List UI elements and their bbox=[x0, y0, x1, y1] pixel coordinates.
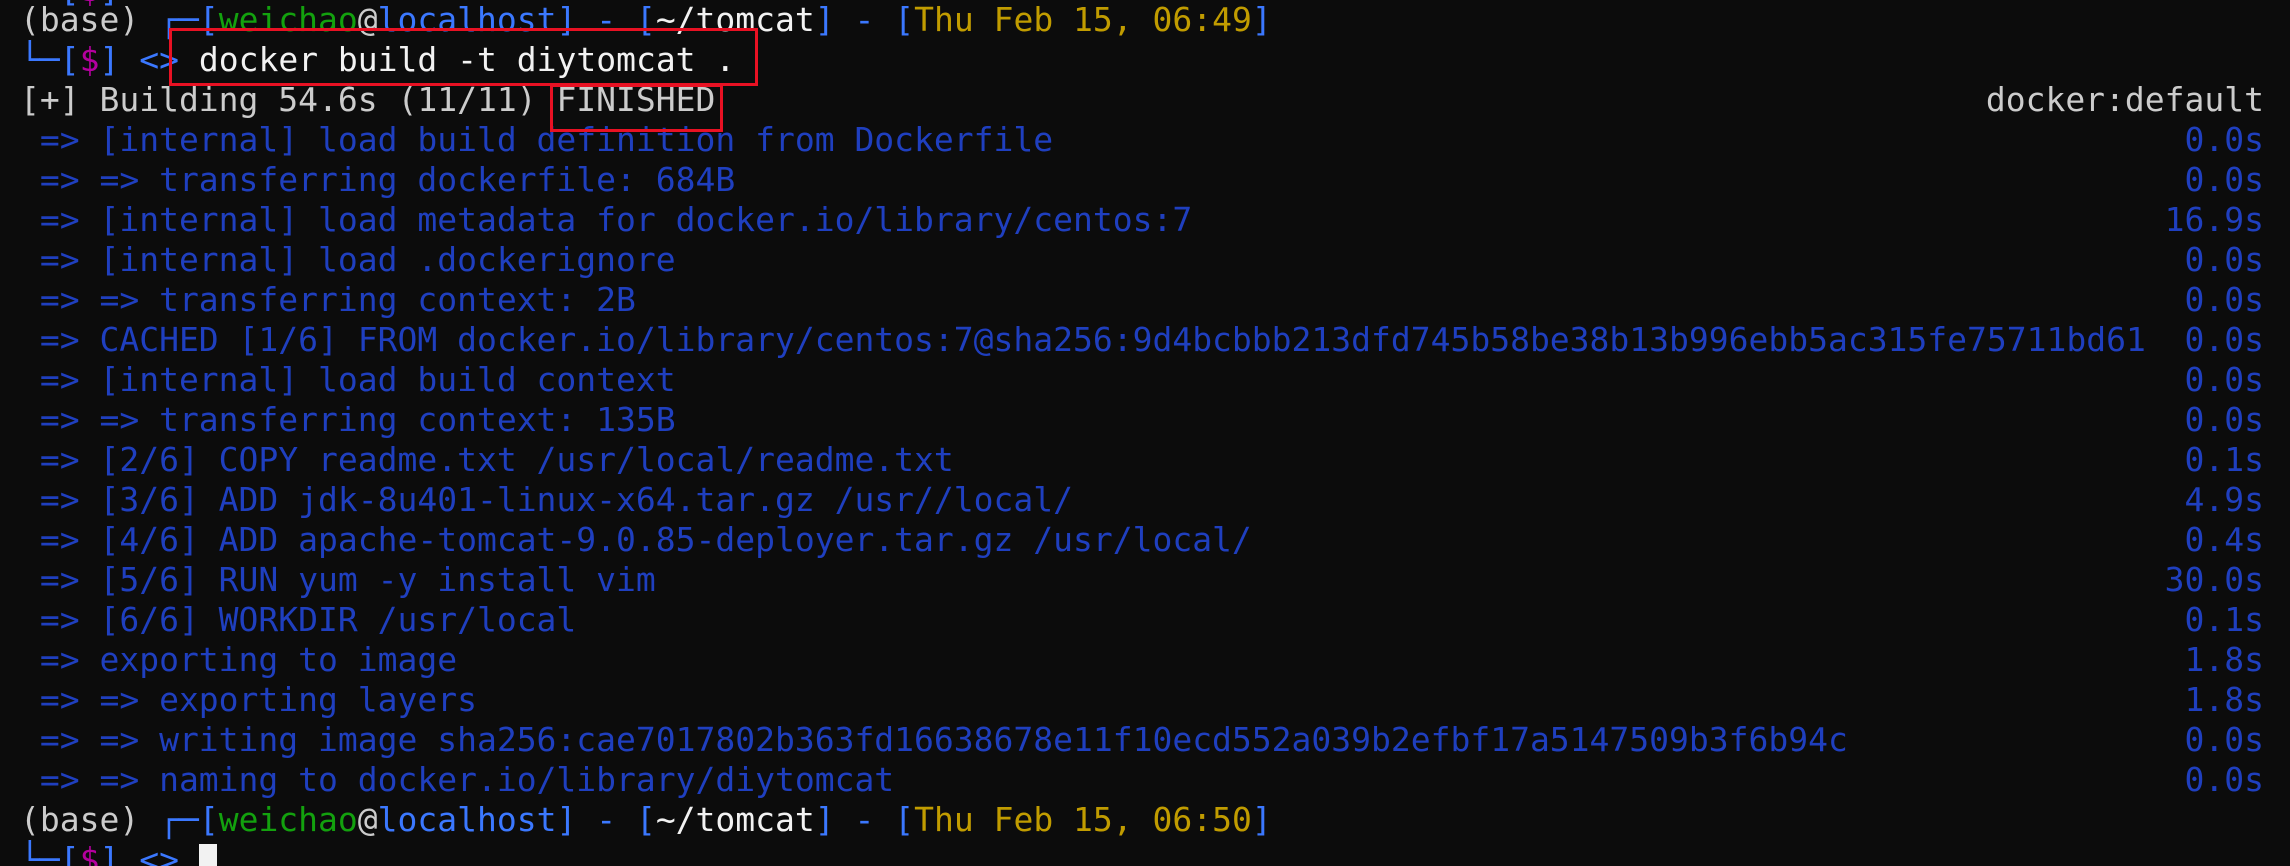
build-step-text: => [internal] load build definition from… bbox=[20, 120, 1054, 159]
build-step-line: => [5/6] RUN yum -y install vim 30.0s bbox=[20, 560, 2278, 600]
build-step-duration: 1.8s bbox=[2184, 640, 2264, 679]
build-step-text: => [4/6] ADD apache-tomcat-9.0.85-deploy… bbox=[20, 520, 1252, 559]
text-cursor[interactable] bbox=[198, 843, 217, 866]
conda-env: (base) bbox=[20, 800, 140, 839]
build-step-duration: 30.0s bbox=[2164, 560, 2264, 599]
build-step-line: => => writing image sha256:cae7017802b36… bbox=[20, 720, 2278, 760]
build-step-line: => => transferring context: 135B 0.0s bbox=[20, 400, 2278, 440]
build-step-line: => CACHED [1/6] FROM docker.io/library/c… bbox=[20, 320, 2278, 360]
build-step-line: => [4/6] ADD apache-tomcat-9.0.85-deploy… bbox=[20, 520, 2278, 560]
prompt-user: weichao bbox=[218, 800, 358, 839]
build-step-duration: 16.9s bbox=[2164, 200, 2264, 239]
prompt-timestamp: Thu Feb 15, 06:49 bbox=[914, 0, 1252, 39]
active-input-line[interactable]: └─[$] <> bbox=[20, 840, 2278, 866]
build-step-line: => [2/6] COPY readme.txt /usr/local/read… bbox=[20, 440, 2278, 480]
build-step-line: => => naming to docker.io/library/diytom… bbox=[20, 760, 2278, 800]
build-step-text: => [5/6] RUN yum -y install vim bbox=[20, 560, 656, 599]
prompt-corner: └─[ bbox=[20, 840, 80, 866]
build-step-duration: 0.4s bbox=[2184, 520, 2264, 559]
build-step-duration: 0.1s bbox=[2184, 440, 2264, 479]
build-header: [+] Building 54.6s (11/11) FINISHED docke… bbox=[20, 80, 2278, 120]
prompt-at: @ bbox=[357, 800, 378, 839]
prompt-dollar: $ bbox=[79, 40, 100, 79]
prompt-arrow: <> bbox=[139, 840, 179, 866]
prompt-directory: ~/tomcat bbox=[655, 800, 815, 839]
build-step-text: => [6/6] WORKDIR /usr/local bbox=[20, 600, 577, 639]
prompt-close: ] bbox=[1251, 800, 1272, 839]
build-step-duration: 0.0s bbox=[2184, 240, 2264, 279]
build-step-line: => [internal] load metadata for docker.i… bbox=[20, 200, 2278, 240]
build-step-text: => => transferring context: 2B bbox=[20, 280, 636, 319]
build-step-line: => [internal] load build context 0.0s bbox=[20, 360, 2278, 400]
build-step-duration: 0.0s bbox=[2184, 120, 2264, 159]
build-step-text: => => naming to docker.io/library/diytom… bbox=[20, 760, 895, 799]
build-step-duration: 0.0s bbox=[2184, 400, 2264, 439]
build-step-duration: 0.0s bbox=[2184, 320, 2264, 359]
prompt-close: ] bbox=[1251, 0, 1272, 39]
build-step-duration: 1.8s bbox=[2184, 680, 2264, 719]
build-step-duration: 4.9s bbox=[2184, 480, 2264, 519]
build-step-text: => => writing image sha256:cae7017802b36… bbox=[20, 720, 1848, 759]
build-step-text: => => exporting layers bbox=[20, 680, 477, 719]
prompt-close: ] bbox=[99, 840, 120, 866]
build-step-line: => [3/6] ADD jdk-8u401-linux-x64.tar.gz … bbox=[20, 480, 2278, 520]
build-step-text: => [internal] load .dockerignore bbox=[20, 240, 676, 279]
prompt-dollar: $ bbox=[79, 840, 100, 866]
prompt-host: localhost bbox=[377, 800, 557, 839]
build-step-line: => exporting to image 1.8s bbox=[20, 640, 2278, 680]
build-step-duration: 0.1s bbox=[2184, 600, 2264, 639]
prompt-separator: ] - [ bbox=[556, 800, 656, 839]
build-step-duration: 0.0s bbox=[2184, 280, 2264, 319]
build-step-text: => => transferring dockerfile: 684B bbox=[20, 160, 736, 199]
build-step-text: => [3/6] ADD jdk-8u401-linux-x64.tar.gz … bbox=[20, 480, 1073, 519]
build-step-line: => => transferring dockerfile: 684B 0.0s bbox=[20, 160, 2278, 200]
build-step-text: => [internal] load build context bbox=[20, 360, 676, 399]
build-step-text: => [internal] load metadata for docker.i… bbox=[20, 200, 1193, 239]
build-step-duration: 0.0s bbox=[2184, 720, 2264, 759]
build-context: docker:default bbox=[1985, 80, 2264, 119]
terminal-window[interactable]: └─[$] (base) ┌─[weichao@localhost] - [~/… bbox=[0, 0, 2290, 866]
build-step-line: => => transferring context: 2B 0.0s bbox=[20, 280, 2278, 320]
build-step-line: => [internal] load build definition from… bbox=[20, 120, 2278, 160]
prompt-timestamp: Thu Feb 15, 06:50 bbox=[914, 800, 1252, 839]
build-step-text: => exporting to image bbox=[20, 640, 458, 679]
prompt-corner: ┌─[ bbox=[159, 800, 219, 839]
prompt-separator: ] - [ bbox=[814, 0, 915, 39]
build-step-line: => [6/6] WORKDIR /usr/local 0.1s bbox=[20, 600, 2278, 640]
conda-env: (base) bbox=[20, 0, 140, 39]
finished-highlight-box bbox=[550, 84, 723, 132]
prompt-line-2: (base) ┌─[weichao@localhost] - [~/tomcat… bbox=[20, 800, 2278, 840]
build-step-duration: 0.0s bbox=[2184, 160, 2264, 199]
command-highlight-box bbox=[169, 28, 758, 86]
prompt-corner: └─[ bbox=[20, 40, 80, 79]
build-step-duration: 0.0s bbox=[2184, 360, 2264, 399]
build-step-text: => [2/6] COPY readme.txt /usr/local/read… bbox=[20, 440, 954, 479]
prompt-close: ] bbox=[99, 40, 120, 79]
build-step-duration: 0.0s bbox=[2184, 760, 2264, 799]
build-step-text: => CACHED [1/6] FROM docker.io/library/c… bbox=[20, 320, 2146, 359]
build-step-text: => => transferring context: 135B bbox=[20, 400, 676, 439]
build-step-line: => [internal] load .dockerignore 0.0s bbox=[20, 240, 2278, 280]
build-step-line: => => exporting layers 1.8s bbox=[20, 680, 2278, 720]
prompt-separator: ] - [ bbox=[814, 800, 915, 839]
